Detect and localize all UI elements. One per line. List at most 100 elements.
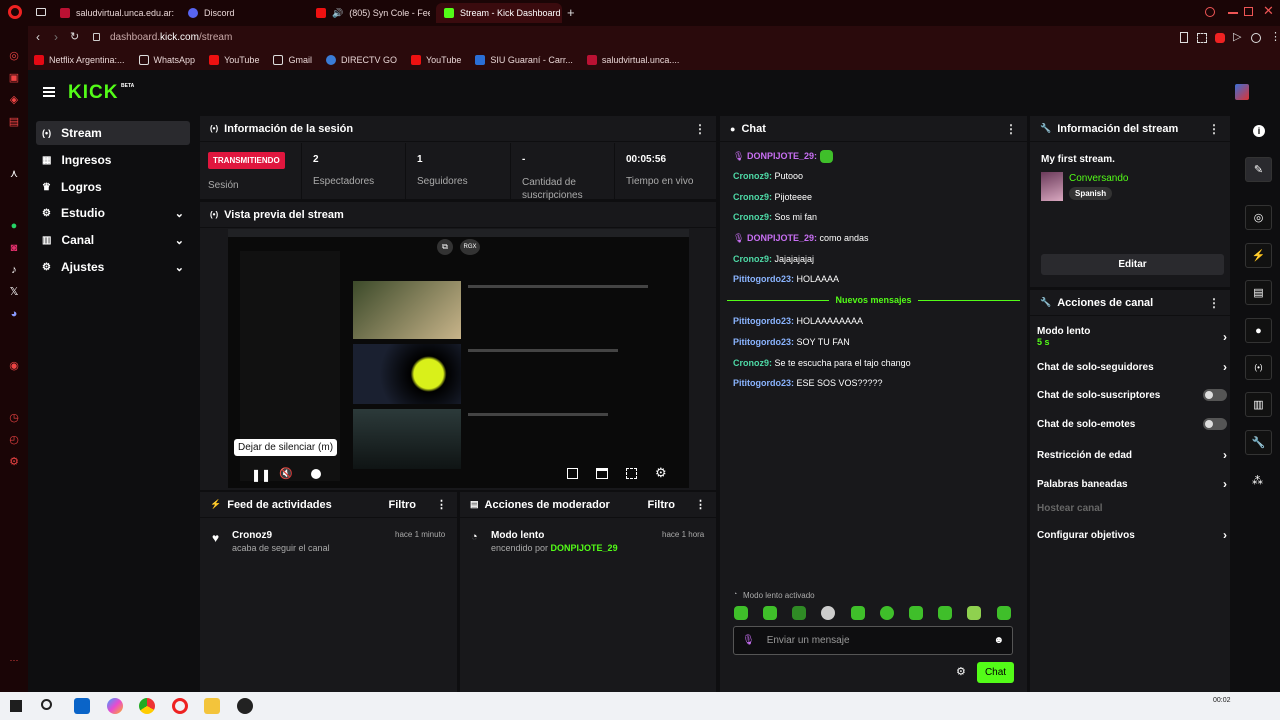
chat-username[interactable]: DONPIJOTE_29 [747,233,814,243]
nav-canal[interactable]: ▥ Canal ⌄ [36,228,190,252]
edit-button[interactable]: Editar [1041,254,1224,275]
chat-username[interactable]: Cronoz9 [733,212,769,222]
user-avatar[interactable] [1235,84,1249,100]
opera-gx-icon[interactable] [172,698,188,714]
chat-username[interactable]: Pititogordo23 [733,378,791,388]
x-twitter-icon[interactable]: 𝕏 [8,286,20,298]
emote-icon[interactable] [997,606,1011,620]
emote-icon[interactable] [967,606,981,620]
muted-speaker-icon[interactable]: 🔇 [279,467,293,480]
panels-icon[interactable]: ▥ [1245,392,1272,417]
workspace-icon[interactable]: ▣ [8,72,20,84]
search-tabs-icon[interactable] [1205,7,1215,17]
mod-item-user[interactable]: DONPIJOTE_29 [551,543,618,553]
edit-pencil-icon[interactable]: ✎ [1245,157,1272,182]
category-name[interactable]: Conversando [1069,173,1128,184]
chat-input[interactable]: 🎙 Enviar un mensaje ☻ [733,626,1013,655]
settings-icon[interactable]: ⚙ [8,456,20,468]
instagram-icon[interactable]: ◙ [8,242,20,254]
followers-only-row[interactable]: Chat de solo-seguidores › [1037,360,1227,374]
bookmark-youtube-2[interactable]: YouTube [410,55,461,65]
emote-icon[interactable] [792,606,806,620]
more-options-icon[interactable]: ⋮ [694,122,706,136]
outlook-icon[interactable] [74,698,90,714]
chat-bubble-icon[interactable]: ● [1245,318,1272,343]
forward-icon[interactable]: › [54,30,58,44]
chat-username[interactable]: Cronoz9 [733,171,769,181]
wrench-icon[interactable]: 🔧 [1245,430,1272,455]
tab-youtube[interactable]: 🔊 (805) Syn Cole - Feel [308,3,430,23]
maximize-icon[interactable] [1244,7,1253,16]
emote-icon[interactable] [851,606,865,620]
file-explorer-icon[interactable] [204,698,220,714]
filter-button[interactable]: Filtro [389,499,417,511]
kick-sidebar-icon[interactable]: ⋏ [8,168,20,180]
bookmark-youtube[interactable]: YouTube [209,55,259,65]
send-chat-button[interactable]: Chat [977,662,1014,683]
pip-icon[interactable]: ⧉ [437,239,453,255]
chat-username[interactable]: Cronoz9 [733,254,769,264]
chat-username[interactable]: Cronoz9 [733,358,769,368]
nav-ingresos[interactable]: ▦ Ingresos [36,148,190,172]
chat-username[interactable]: Cronoz9 [733,192,769,202]
feed-item-user[interactable]: Cronoz9 [232,530,272,541]
bookmark-directv[interactable]: DIRECTV GO [325,55,397,65]
reload-icon[interactable]: ↻ [70,30,79,43]
mic-icon[interactable]: 🎙 [742,635,755,646]
banned-words-row[interactable]: Palabras baneadas › [1037,477,1227,491]
bookmark-whatsapp[interactable]: WhatsApp [138,55,195,65]
emotes-only-toggle[interactable] [1203,418,1227,430]
goals-row[interactable]: Configurar objetivos › [1037,528,1227,542]
send-icon[interactable]: ▷ [1233,30,1241,43]
history-icon[interactable]: ◷ [8,412,20,424]
target-icon[interactable]: ◎ [1245,205,1272,230]
chrome-icon[interactable] [139,698,155,714]
nav-logros[interactable]: ♛ Logros [36,175,190,199]
emote-icon[interactable] [909,606,923,620]
bookmark-saludvirtual[interactable]: saludvirtual.unca.... [586,55,679,65]
close-window-icon[interactable]: ✕ [1263,3,1274,19]
chat-username[interactable]: Pititogordo23 [733,337,791,347]
emote-icon[interactable] [880,606,894,620]
filter-button[interactable]: Filtro [648,499,676,511]
hamburger-menu-icon[interactable] [43,87,55,97]
search-icon[interactable] [41,699,52,710]
volume-slider-handle[interactable] [311,469,321,479]
mini-player-icon[interactable] [567,468,578,479]
bookmark-siu[interactable]: SIU Guaraní - Carr... [475,55,573,65]
more-options-icon[interactable]: ⋮ [436,498,447,511]
tab-discord[interactable]: Discord [180,3,302,23]
fullscreen-icon[interactable] [626,468,637,479]
emote-icon[interactable] [821,606,835,620]
chat-username[interactable]: DONPIJOTE_29 [747,151,814,161]
nav-stream[interactable]: (•) Stream [36,121,190,145]
more-options-icon[interactable]: ⋮ [695,498,706,511]
downloads-icon[interactable]: ◴ [8,434,20,446]
snapshot-icon[interactable] [1197,33,1207,43]
bookmark-gmail[interactable]: Gmail [273,55,312,65]
copilot-icon[interactable] [107,698,123,714]
more-options-icon[interactable]: ⋮ [1208,296,1220,310]
aria-icon[interactable]: ◎ [8,50,20,62]
emoji-icon[interactable]: ☻ [993,635,1004,646]
pause-icon[interactable]: ❚❚ [251,468,271,482]
emote-icon[interactable] [938,606,952,620]
bookmark-icon[interactable] [1180,32,1188,43]
theater-mode-icon[interactable] [596,468,608,479]
subs-only-toggle[interactable] [1203,389,1227,401]
extension-icon[interactable] [1215,33,1225,43]
opera-logo-icon[interactable] [8,5,22,19]
chat-username[interactable]: Pititogordo23 [733,316,791,326]
lightning-icon[interactable]: ⚡ [1245,243,1272,268]
broadcast-icon[interactable]: (•) [1245,355,1272,380]
bookmark-netflix[interactable]: Netflix Argentina:... [34,55,125,65]
nav-ajustes[interactable]: ⚙ Ajustes ⌄ [36,255,190,279]
chat-settings-icon[interactable]: ⚙ [956,665,966,678]
kick-logo[interactable]: KICK [68,82,118,104]
browser-menu-icon[interactable]: ⋮ [1270,30,1280,43]
profile-icon[interactable] [1251,33,1261,43]
url-field[interactable]: dashboard.kick.com/stream [110,32,232,43]
emote-icon[interactable] [763,606,777,620]
tiktok-icon[interactable]: ♪ [8,264,20,276]
player-settings-icon[interactable]: ⚙ [655,465,667,481]
